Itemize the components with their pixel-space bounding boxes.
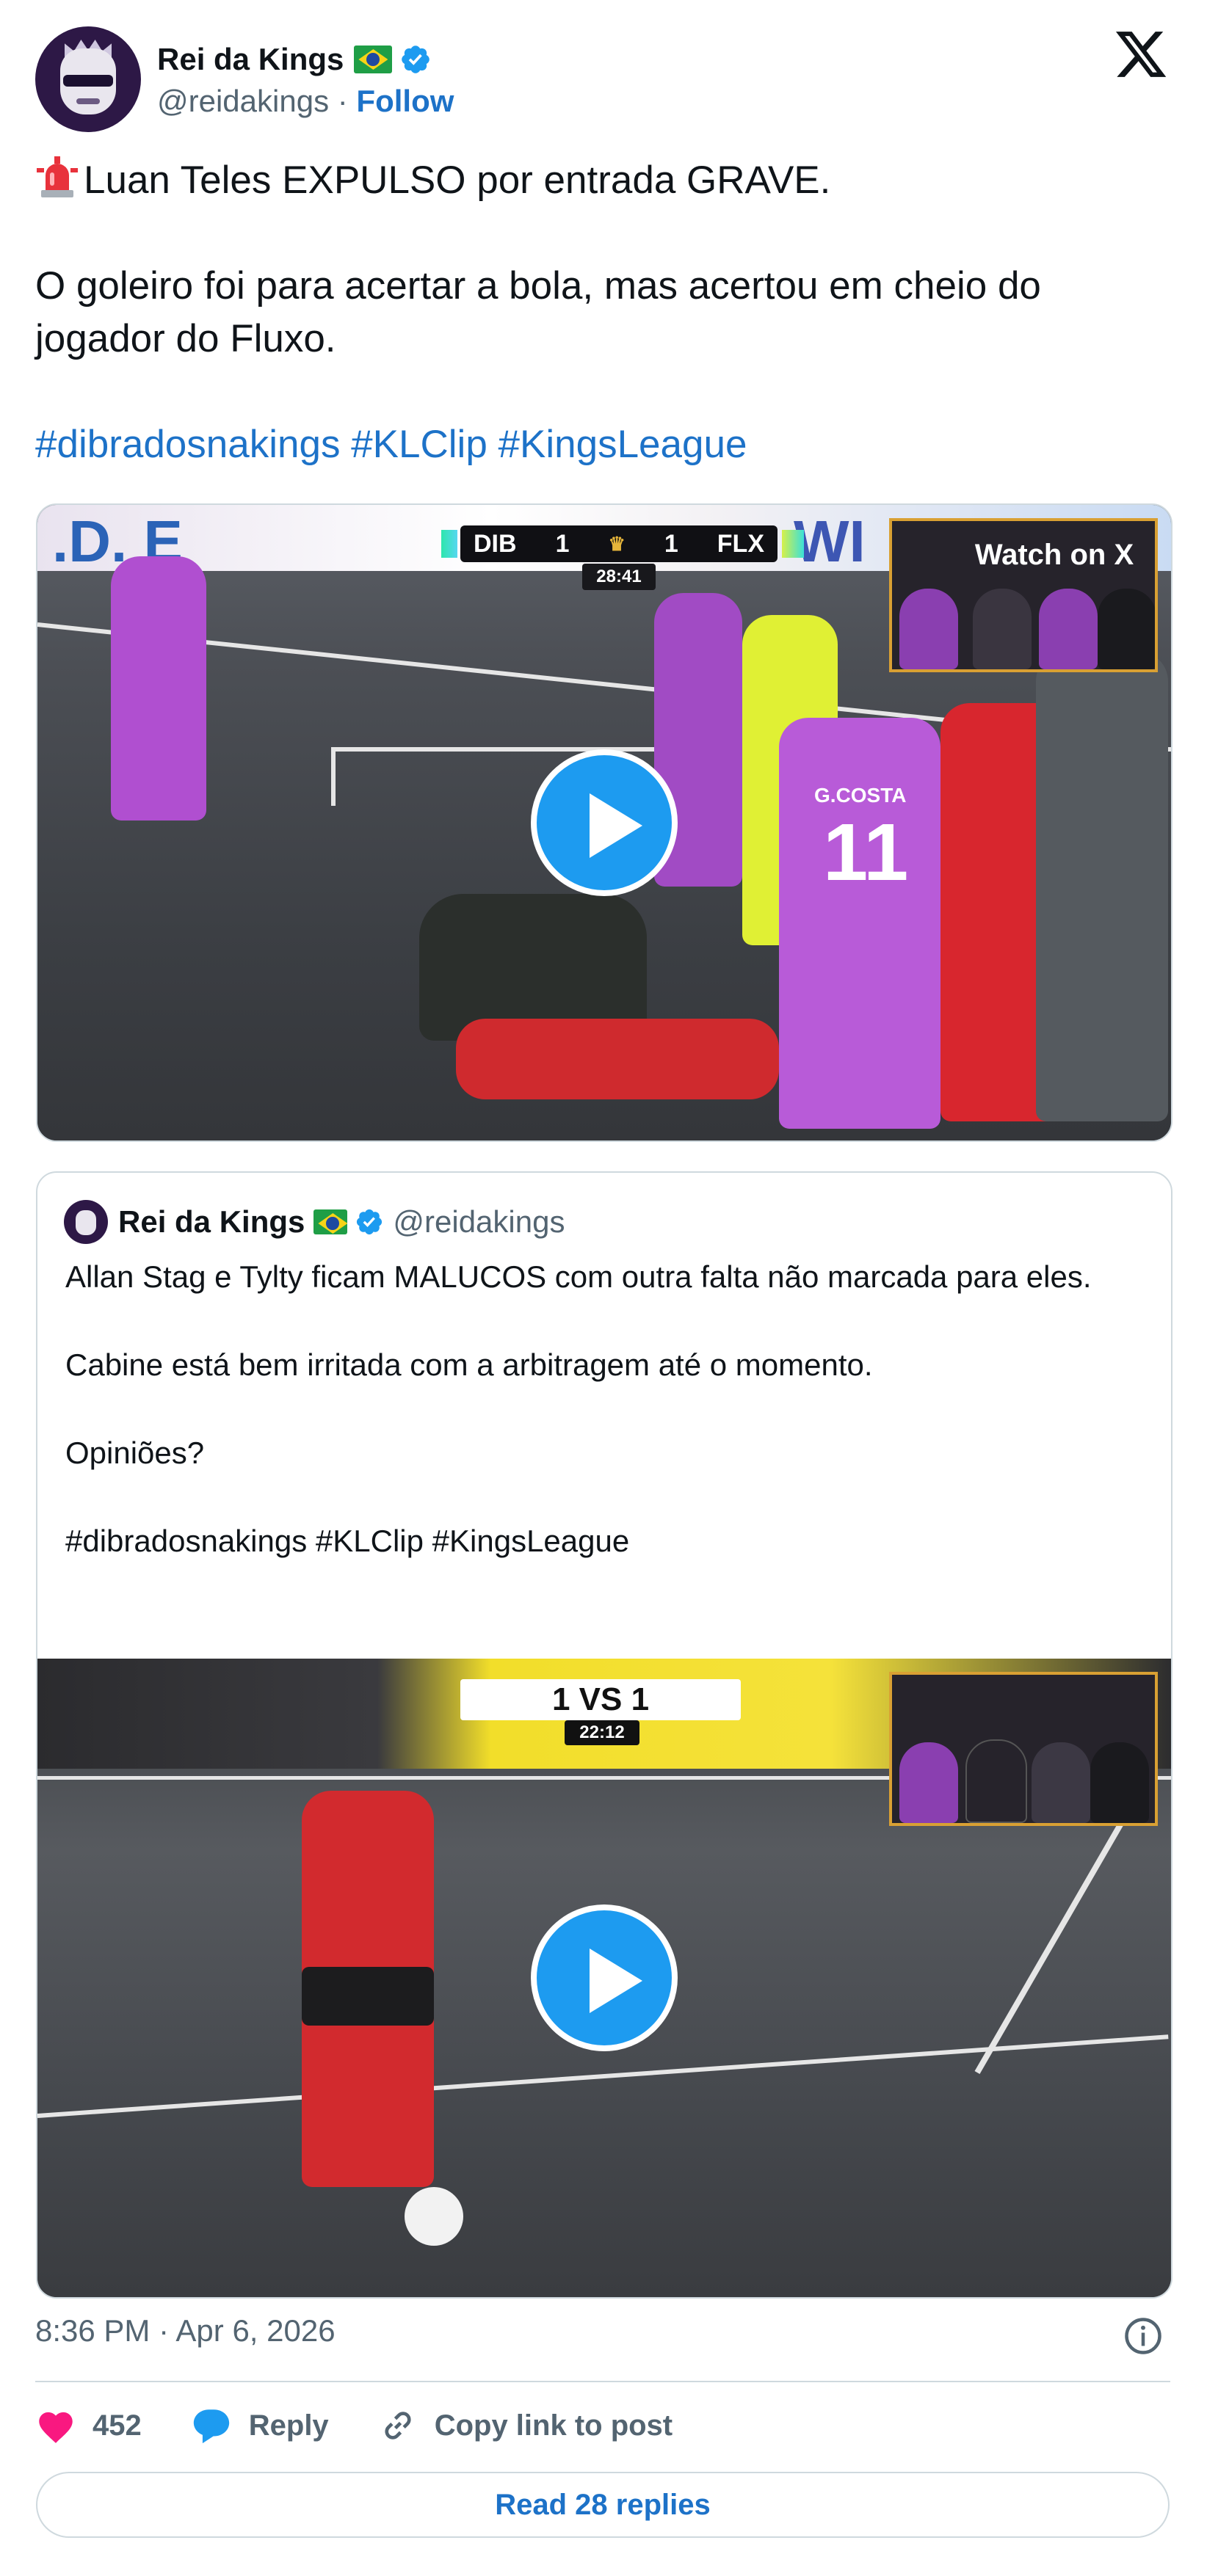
- reply-label: Reply: [248, 2409, 329, 2442]
- home-score: 1: [555, 529, 570, 558]
- tweet-embed: Rei da Kings @reidakings · Follow Luan T…: [0, 0, 1207, 2576]
- reply-bubble-icon: [193, 2409, 229, 2444]
- jersey-number: 11: [823, 807, 909, 898]
- video-player-quoted[interactable]: 1 VS 1 22:12: [37, 1659, 1171, 2297]
- quoted-hashtags: #dibradosnakings #KLClip #KingsLeague: [65, 1524, 630, 1558]
- away-team: FLX: [717, 529, 764, 558]
- quoted-author-handle: @reidakings: [393, 1204, 565, 1239]
- verified-badge-icon: [402, 46, 430, 73]
- quoted-author-name: Rei da Kings: [118, 1204, 305, 1239]
- tweet-line-1: Luan Teles EXPULSO por entrada GRAVE.: [84, 159, 831, 202]
- read-replies-button[interactable]: Read 28 replies: [36, 2472, 1170, 2538]
- author-avatar[interactable]: [35, 26, 141, 132]
- handle-separator: ·: [337, 84, 348, 118]
- author-handle[interactable]: @reidakings: [157, 84, 329, 118]
- follow-button[interactable]: Follow: [356, 84, 454, 118]
- tweet-line-2: O goleiro foi para acertar a bola, mas a…: [35, 264, 1041, 360]
- quoted-author-avatar: [64, 1200, 108, 1244]
- play-button-icon[interactable]: [531, 749, 678, 896]
- verified-badge-icon: [357, 1209, 383, 1235]
- home-team: DIB: [474, 529, 517, 558]
- video-scoreboard: 1 VS 1: [460, 1679, 741, 1720]
- picture-in-picture: [889, 1672, 1158, 1826]
- video-clock: 22:12: [565, 1720, 639, 1745]
- away-score: 1: [664, 529, 678, 558]
- reply-button[interactable]: Reply: [190, 2406, 329, 2445]
- like-button[interactable]: 452: [35, 2407, 142, 2444]
- tweet-header: Rei da Kings @reidakings · Follow: [35, 25, 454, 134]
- video-player-main[interactable]: .D. E WI G.COSTA 11 DIB 1 ♛ 1 FLX 28:41 …: [36, 503, 1172, 1142]
- play-button-icon[interactable]: [531, 1904, 678, 2051]
- copy-link-label: Copy link to post: [434, 2409, 673, 2442]
- footer-divider: [35, 2381, 1170, 2382]
- quoted-tweet[interactable]: Rei da Kings @reidakings Allan Stag e Ty…: [36, 1171, 1172, 2299]
- tweet-text: Luan Teles EXPULSO por entrada GRAVE. O …: [35, 154, 1181, 471]
- crown-icon: ♛: [608, 532, 626, 555]
- jersey-name: G.COSTA: [814, 784, 907, 807]
- heart-icon: [39, 2412, 73, 2443]
- watch-on-x-button[interactable]: Watch on X: [921, 518, 1171, 592]
- quoted-tweet-text: Allan Stag e Tylty ficam MALUCOS com out…: [65, 1255, 1145, 1563]
- siren-emoji-icon: [37, 156, 78, 197]
- tweet-timestamp[interactable]: 8:36 PM · Apr 6, 2026: [35, 2313, 336, 2348]
- like-count: 452: [93, 2409, 142, 2442]
- author-info: Rei da Kings @reidakings · Follow: [157, 40, 454, 119]
- quoted-line-3: Opiniões?: [65, 1436, 205, 1470]
- video-clock: 28:41: [582, 564, 656, 590]
- author-name[interactable]: Rei da Kings: [157, 42, 344, 77]
- quoted-line-1: Allan Stag e Tylty ficam MALUCOS com out…: [65, 1259, 1092, 1294]
- tweet-actions: 452 Reply Copy link to post: [35, 2400, 721, 2451]
- tweet-hashtags[interactable]: #dibradosnakings #KLClip #KingsLeague: [35, 418, 1181, 471]
- brazil-flag-icon: [354, 46, 393, 73]
- quoted-tweet-header: Rei da Kings @reidakings: [64, 1199, 565, 1245]
- quoted-line-2: Cabine está bem irritada com a arbitrage…: [65, 1347, 873, 1382]
- copy-link-button[interactable]: Copy link to post: [377, 2405, 673, 2446]
- brazil-flag-icon: [313, 1209, 348, 1234]
- link-icon: [385, 2412, 411, 2439]
- x-logo-icon[interactable]: [1113, 26, 1169, 82]
- video-scoreboard: DIB 1 ♛ 1 FLX: [441, 525, 804, 562]
- info-icon[interactable]: [1123, 2316, 1163, 2356]
